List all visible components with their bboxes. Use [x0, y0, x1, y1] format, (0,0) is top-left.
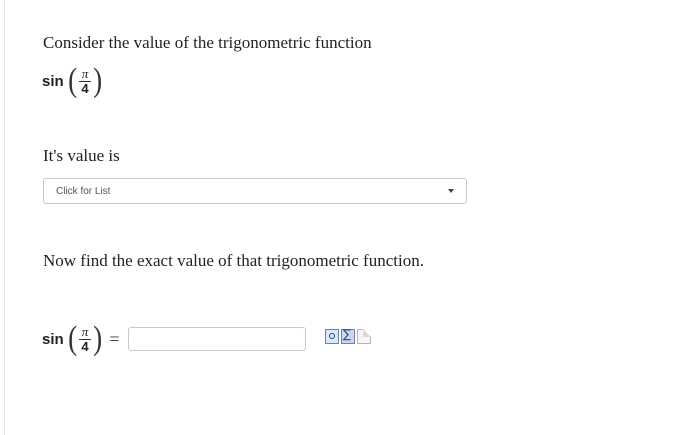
dropdown-selected-text: Click for List [56, 185, 111, 197]
exact-value-prompt: Now find the exact value of that trigono… [43, 251, 424, 270]
trig-expression: sin ( π 4 ) [42, 64, 103, 98]
equation-editor-icon[interactable] [341, 327, 355, 344]
value-label: It's value is [43, 146, 120, 165]
blank-page-icon[interactable] [357, 329, 371, 344]
fraction-numerator: π [81, 65, 89, 81]
fraction: π 4 [79, 323, 92, 354]
function-name: sin [42, 72, 64, 90]
left-paren: ( [67, 320, 77, 357]
chevron-down-icon [448, 189, 454, 193]
preview-icon[interactable] [325, 329, 339, 344]
answer-tools [325, 327, 371, 344]
fraction-numerator: π [81, 323, 89, 339]
fraction-denominator: 4 [81, 338, 89, 354]
value-dropdown[interactable]: Click for List [43, 178, 467, 204]
right-paren: ) [93, 320, 103, 357]
answer-equation: sin ( π 4 ) = [42, 322, 306, 356]
left-paren: ( [67, 62, 77, 99]
equals-sign: = [109, 328, 120, 349]
intro-text: Consider the value of the trigonometric … [43, 33, 372, 52]
fraction-denominator: 4 [81, 80, 89, 96]
left-divider [4, 0, 5, 435]
answer-input[interactable] [127, 327, 306, 351]
fraction: π 4 [79, 65, 92, 96]
function-name: sin [42, 330, 64, 348]
right-paren: ) [93, 62, 103, 99]
